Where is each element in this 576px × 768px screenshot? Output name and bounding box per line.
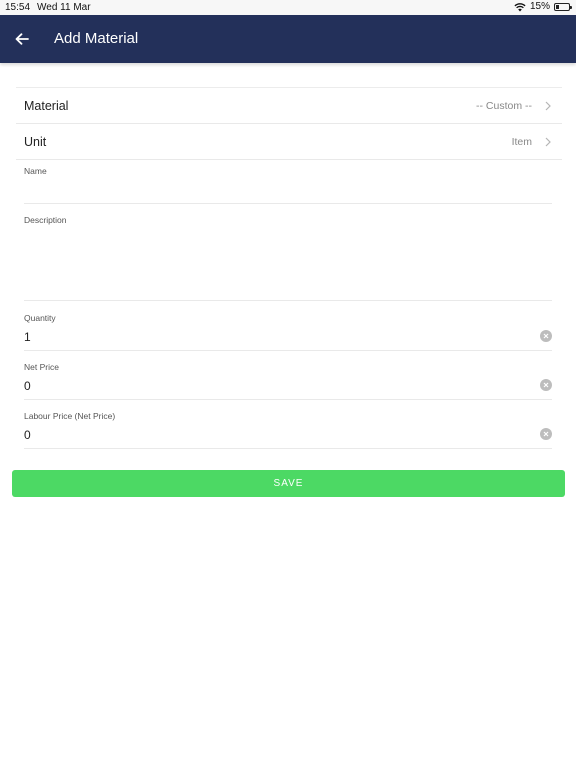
labour-price-label: Labour Price (Net Price) (24, 411, 116, 421)
chevron-right-icon (545, 101, 551, 110)
battery-icon (554, 2, 572, 11)
clear-labour-price-icon[interactable] (540, 428, 552, 440)
save-button[interactable]: SAVE (12, 470, 565, 497)
description-field[interactable]: Description (16, 210, 562, 301)
quantity-input[interactable]: 1 (24, 330, 31, 344)
quantity-field[interactable]: Quantity 1 (16, 308, 562, 351)
add-material-screen: 15:54 Wed 11 Mar 15% Add Material Materi… (0, 0, 576, 768)
material-label: Material (24, 98, 69, 113)
page-title: Add Material (54, 30, 139, 47)
battery-percentage: 15% (529, 1, 550, 12)
clear-net-price-icon[interactable] (540, 379, 552, 391)
status-indicators: 15% (514, 1, 572, 12)
status-date: Wed 11 Mar (37, 2, 91, 13)
material-value: -- Custom -- (476, 99, 532, 112)
name-label: Name (24, 166, 47, 176)
arrow-left-icon (15, 33, 29, 45)
labour-price-underline (24, 448, 552, 449)
material-selector[interactable]: Material -- Custom -- (16, 88, 562, 124)
status-bar: 15:54 Wed 11 Mar 15% (0, 0, 576, 15)
unit-value: Item (511, 135, 532, 148)
labour-price-field[interactable]: Labour Price (Net Price) 0 (16, 406, 562, 449)
unit-label: Unit (24, 134, 47, 149)
description-label: Description (24, 215, 67, 225)
back-button[interactable] (10, 27, 34, 51)
net-price-underline (24, 399, 552, 400)
name-underline (24, 203, 552, 204)
quantity-underline (24, 350, 552, 351)
quantity-label: Quantity (24, 313, 56, 323)
unit-selector[interactable]: Unit Item (16, 124, 562, 160)
net-price-field[interactable]: Net Price 0 (16, 357, 562, 400)
net-price-label: Net Price (24, 362, 59, 372)
clear-quantity-icon[interactable] (540, 330, 552, 342)
chevron-right-icon (545, 137, 551, 146)
name-field[interactable]: Name (16, 160, 562, 204)
labour-price-input[interactable]: 0 (24, 428, 31, 442)
status-time: 15:54 (5, 2, 31, 13)
net-price-input[interactable]: 0 (24, 379, 31, 393)
description-underline (24, 300, 552, 301)
nav-bar: Add Material (0, 15, 576, 63)
wifi-icon (514, 2, 526, 11)
